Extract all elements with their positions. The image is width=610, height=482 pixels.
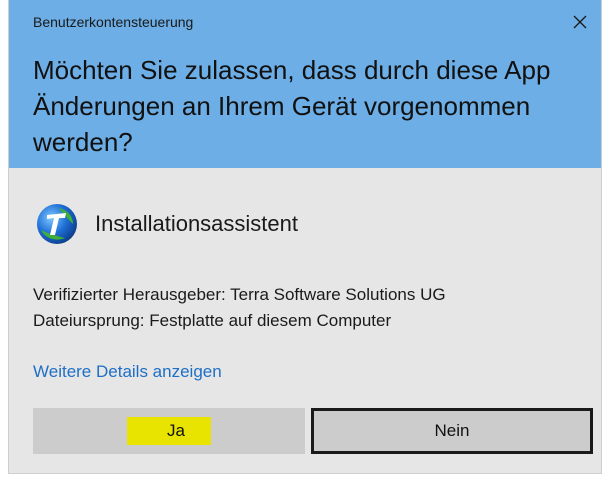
app-info-row: Installationsassistent [35,200,298,248]
uac-dialog: Benutzerkontensteuerung Möchten Sie zula… [8,0,602,474]
no-button[interactable]: Nein [311,408,593,454]
publisher-line: Verifizierter Herausgeber: Terra Softwar… [33,285,446,304]
prompt-question: Möchten Sie zulassen, dass durch diese A… [33,55,551,157]
show-details-link[interactable]: Weitere Details anzeigen [33,362,222,382]
app-name: Installationsassistent [95,211,298,236]
close-icon [573,15,587,29]
app-icon [35,202,79,246]
app-details: Verifizierter Herausgeber: Terra Softwar… [33,282,446,334]
no-button-label: Nein [434,421,470,440]
close-button[interactable] [565,8,595,36]
yes-button[interactable]: Ja [33,408,305,454]
window-title: Benutzerkontensteuerung [33,14,194,30]
origin-line: Dateiursprung: Festplatte auf diesem Com… [33,311,392,330]
yes-button-label: Ja [127,417,211,445]
dialog-header: Benutzerkontensteuerung Möchten Sie zula… [9,0,601,168]
